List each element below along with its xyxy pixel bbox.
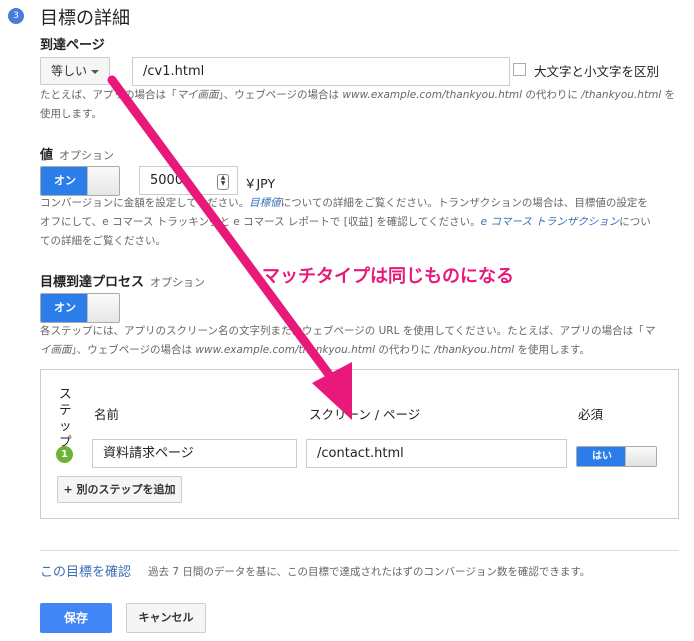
annotation-arrow xyxy=(107,75,352,420)
annotation-caption: マッチタイプは同じものになる xyxy=(262,266,514,287)
